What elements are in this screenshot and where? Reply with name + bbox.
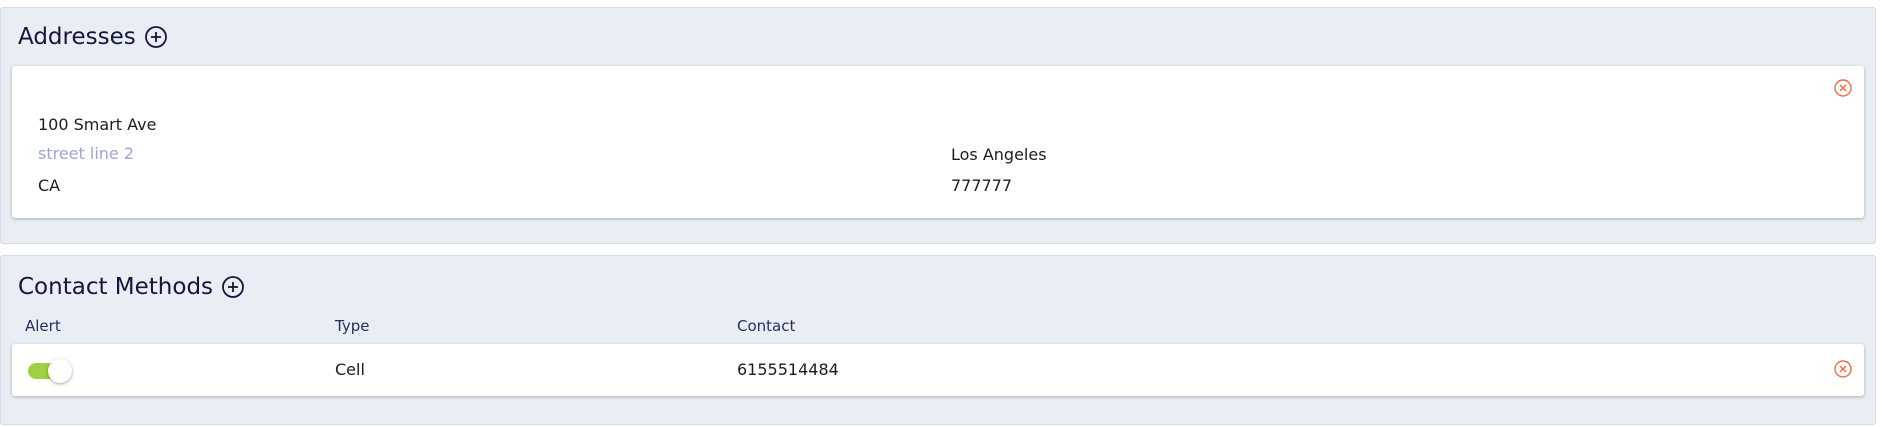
state-field[interactable]: CA — [38, 176, 60, 196]
address-card: 100 Smart Ave street line 2 Los Angeles … — [12, 66, 1864, 218]
column-header-type: Type — [335, 317, 370, 335]
contact-methods-title: Contact Methods — [18, 274, 214, 300]
zip-field[interactable]: 777777 — [951, 176, 1012, 196]
contact-methods-section: Contact Methods Alert Type Contact Cell … — [0, 255, 1876, 425]
column-header-contact: Contact — [737, 317, 796, 335]
toggle-knob — [48, 359, 72, 383]
contact-type-field[interactable]: Cell — [335, 360, 365, 380]
addresses-header: Addresses — [18, 24, 168, 50]
add-address-icon[interactable] — [144, 25, 168, 49]
city-field[interactable]: Los Angeles — [951, 145, 1047, 165]
contact-method-row: Cell 6155514484 — [12, 344, 1864, 396]
addresses-section: Addresses 100 Smart Ave street line 2 Lo… — [0, 7, 1876, 244]
column-header-alert: Alert — [25, 317, 61, 335]
addresses-title: Addresses — [18, 24, 136, 50]
contact-methods-header: Contact Methods — [18, 274, 245, 300]
alert-toggle[interactable] — [28, 359, 72, 383]
remove-contact-method-icon[interactable] — [1833, 359, 1853, 379]
add-contact-method-icon[interactable] — [221, 275, 245, 299]
street-line-1-field[interactable]: 100 Smart Ave — [38, 115, 156, 135]
street-line-2-field[interactable]: street line 2 — [38, 144, 134, 164]
remove-address-icon[interactable] — [1833, 78, 1853, 98]
contact-value-field[interactable]: 6155514484 — [737, 360, 839, 380]
